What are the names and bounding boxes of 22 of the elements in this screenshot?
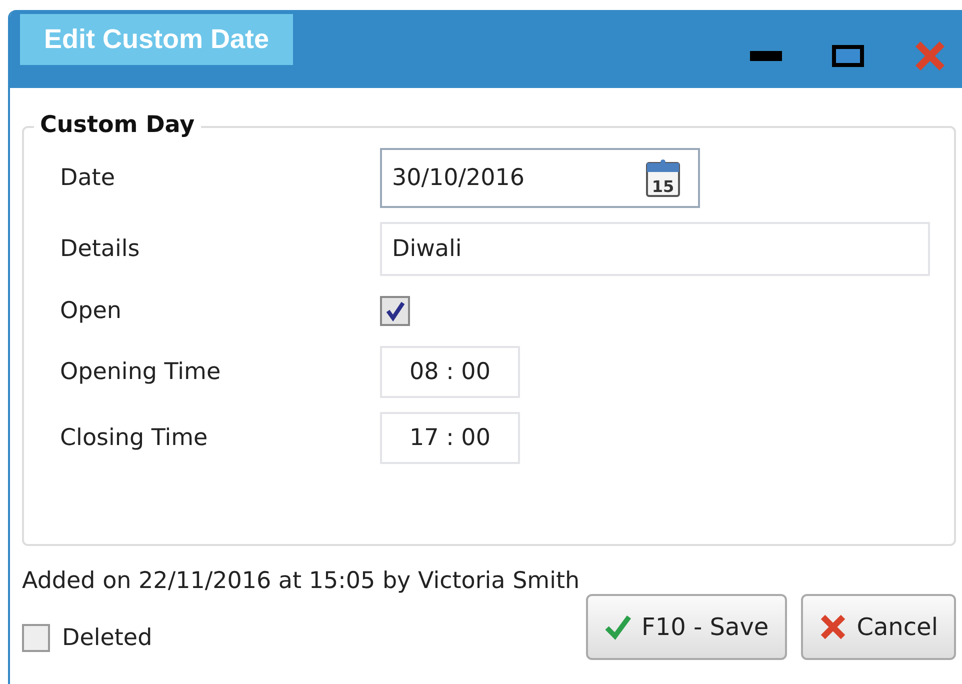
save-button[interactable]: F10 - Save bbox=[586, 594, 787, 660]
date-field[interactable]: 30/10/2016 15 bbox=[380, 148, 700, 208]
time-field[interactable]: 17 : 00 bbox=[380, 412, 520, 464]
audit-text: Added on 22/11/2016 at 15:05 by Victoria Smith bbox=[22, 568, 581, 594]
field-label: Closing Time bbox=[60, 425, 209, 451]
time-field[interactable]: 08 : 00 bbox=[380, 346, 520, 398]
group-title: Custom Day bbox=[34, 112, 201, 138]
field-label: Details bbox=[60, 236, 141, 262]
cross-icon bbox=[818, 613, 847, 641]
maximize-icon[interactable] bbox=[832, 45, 864, 67]
checkmark-icon bbox=[604, 614, 632, 640]
cancel-button[interactable]: Cancel bbox=[800, 594, 956, 660]
details-field[interactable]: Diwali bbox=[380, 222, 930, 276]
open-checkbox[interactable] bbox=[380, 296, 410, 326]
calendar-icon[interactable]: 15 bbox=[646, 159, 680, 197]
field-label: Opening Time bbox=[60, 359, 222, 385]
field-label: Date bbox=[60, 165, 116, 191]
deleted-checkbox[interactable] bbox=[22, 624, 50, 652]
field-label: Open bbox=[60, 298, 122, 324]
close-icon[interactable] bbox=[914, 40, 946, 72]
deleted-label: Deleted bbox=[62, 625, 152, 651]
window-title: Edit Custom Date bbox=[20, 14, 294, 65]
